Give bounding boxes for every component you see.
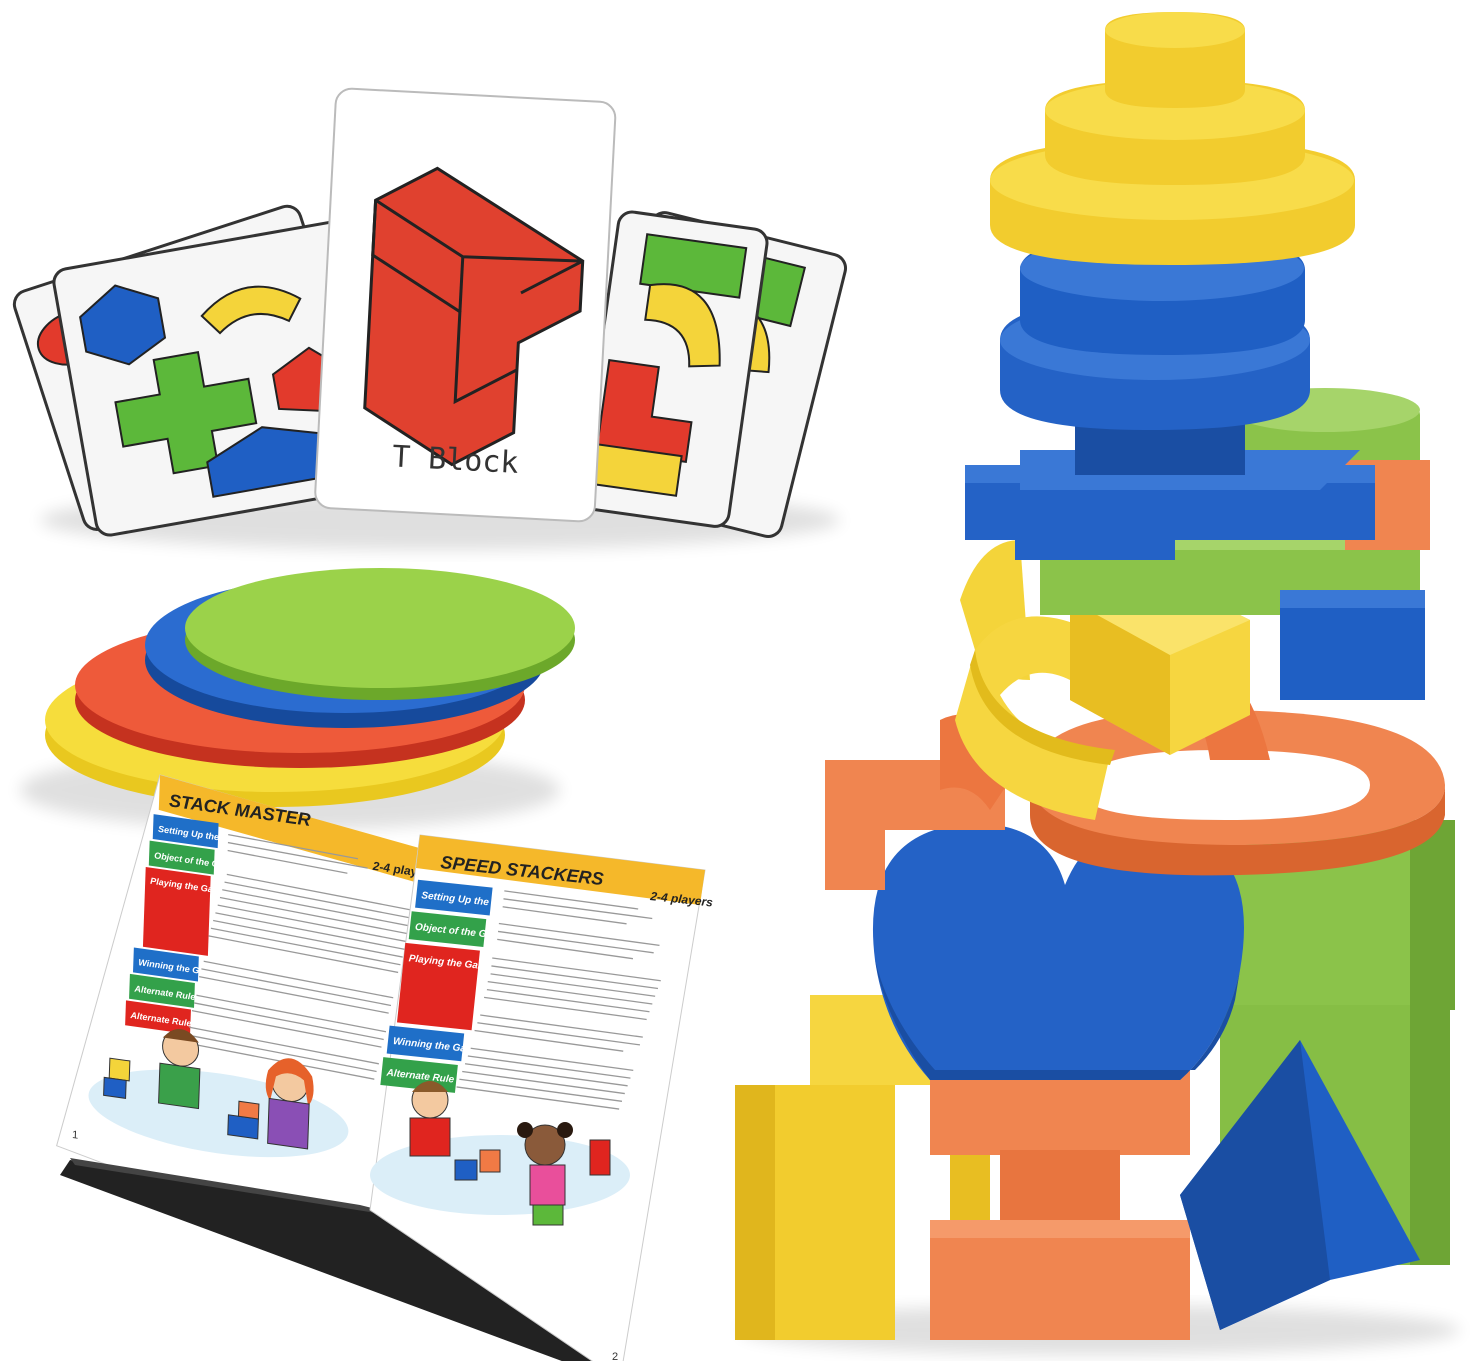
block-blue-right <box>1280 590 1425 700</box>
block-yellow-discs <box>990 12 1355 265</box>
foam-block-tower <box>735 12 1460 1355</box>
shape-cards: T Block <box>12 87 848 550</box>
instruction-booklet: STACK MASTER 2-4 players Setting Up the … <box>56 774 714 1361</box>
card-label: T Block <box>391 439 519 481</box>
right-page-number: 2 <box>612 1351 618 1361</box>
left-page-number: 1 <box>72 1129 79 1142</box>
card-t-block: T Block <box>314 87 617 523</box>
foam-discs <box>20 568 575 830</box>
product-scene: T Block STACK MASTER 2-4 players Setting… <box>12 12 1460 1361</box>
